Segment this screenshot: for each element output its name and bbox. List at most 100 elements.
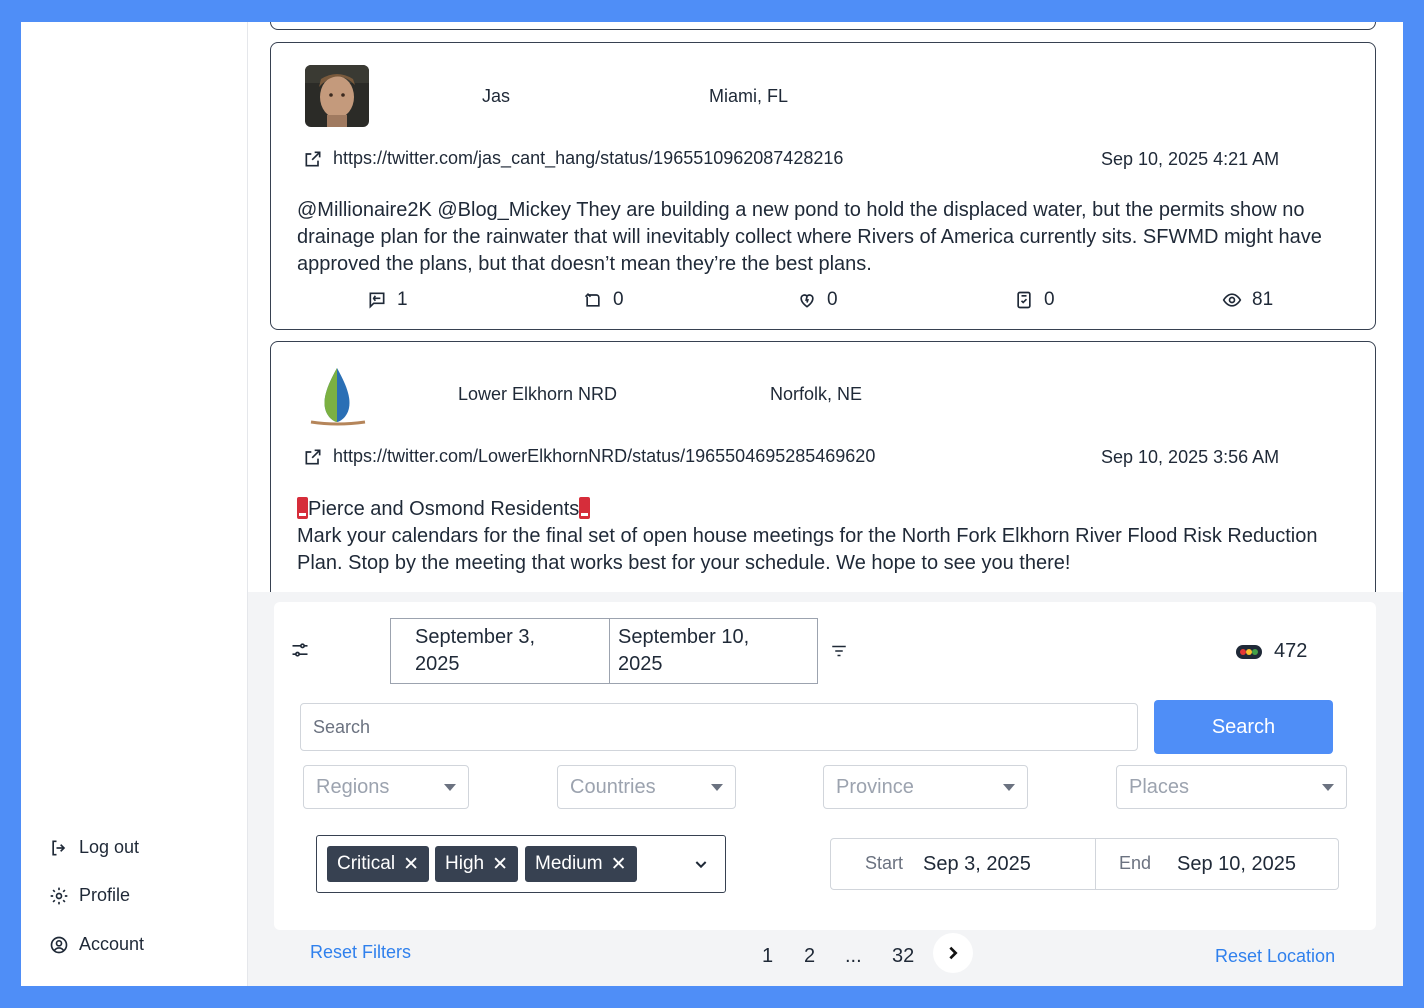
post-headline: Pierce and Osmond Residents (308, 498, 580, 520)
post-username: Lower Elkhorn NRD (458, 384, 618, 404)
places-select[interactable]: Places (1116, 765, 1347, 809)
chevron-down-icon (1322, 783, 1334, 791)
logout-icon (52, 840, 66, 855)
sidebar-item-account[interactable]: Account (49, 934, 144, 955)
post-card: Jas Miami, FL https://twitter.com/jas_ca… (270, 42, 1376, 330)
tag-high[interactable]: High ✕ (435, 846, 518, 882)
result-count-value: 472 (1274, 640, 1308, 662)
date-range-picker[interactable]: Start Sep 3, 2025 End Sep 10, 2025 (830, 838, 1339, 890)
reply-count[interactable]: 1 (367, 289, 408, 311)
double-exclamation-icon (297, 497, 308, 519)
bookmark-icon (1017, 291, 1031, 309)
chevron-down-icon (444, 783, 456, 791)
sidebar-item-logout[interactable]: Log out (49, 837, 139, 858)
traffic-light-icon (1236, 644, 1262, 659)
external-link-icon (305, 151, 321, 166)
province-placeholder: Province (836, 775, 914, 798)
post-link[interactable]: https://twitter.com/jas_cant_hang/status… (303, 148, 843, 169)
post-text: Mark your calendars for the final set of… (297, 525, 1318, 574)
reset-filters-link[interactable]: Reset Filters (310, 942, 411, 963)
end-value[interactable]: Sep 10, 2025 (1177, 853, 1296, 876)
bookmark-count-value: 0 (1044, 289, 1055, 310)
double-exclamation-icon (579, 497, 591, 519)
app-window: Log out Profile Account Jas Miami, FL ht… (21, 22, 1403, 986)
retweet-icon (584, 292, 600, 307)
external-link-icon (305, 449, 321, 464)
sidebar-item-label: Log out (79, 837, 140, 857)
tag-label: Medium (535, 853, 603, 874)
page-32[interactable]: 32 (892, 945, 914, 968)
close-icon[interactable]: ✕ (403, 853, 419, 876)
post-link[interactable]: https://twitter.com/LowerElkhornNRD/stat… (303, 446, 875, 467)
close-icon[interactable]: ✕ (611, 853, 627, 876)
post-timestamp: Sep 10, 2025 4:21 AM (1101, 149, 1280, 169)
post-text: @Millionaire2K @Blog_Mickey They are bui… (297, 199, 1322, 275)
retweet-count-value: 0 (613, 289, 624, 310)
date-from[interactable]: September 3, 2025 (390, 618, 610, 684)
places-placeholder: Places (1129, 775, 1190, 798)
view-count-value: 81 (1252, 289, 1274, 310)
severity-multiselect[interactable]: Critical ✕ High ✕ Medium ✕ (316, 835, 726, 893)
post-headline-row: Pierce and Osmond Residents (297, 496, 1357, 523)
post-url: https://twitter.com/LowerElkhornNRD/stat… (333, 446, 876, 466)
gear-icon (50, 887, 68, 904)
reply-count-value: 1 (397, 289, 408, 310)
chevron-right-icon (949, 946, 958, 960)
reset-location-link[interactable]: Reset Location (1215, 946, 1335, 967)
post-timestamp: Sep 10, 2025 3:56 AM (1101, 447, 1280, 467)
tag-label: High (445, 853, 485, 874)
post-card-previous (270, 22, 1376, 30)
bookmark-count[interactable]: 0 (1014, 289, 1055, 311)
chevron-down-icon[interactable] (693, 856, 709, 872)
page-2[interactable]: 2 (804, 945, 815, 968)
search-input[interactable] (300, 703, 1138, 751)
post-stats: 1 0 0 0 81 (271, 289, 1377, 315)
like-count[interactable]: 0 (797, 289, 838, 311)
post-body: Pierce and Osmond Residents Mark your ca… (297, 496, 1357, 577)
eye-icon (1222, 293, 1242, 307)
start-value[interactable]: Sep 3, 2025 (923, 853, 1031, 876)
post-url: https://twitter.com/jas_cant_hang/status… (333, 148, 844, 168)
avatar (305, 364, 369, 426)
avatar (305, 65, 369, 127)
heart-icon (800, 294, 814, 308)
view-count: 81 (1222, 289, 1273, 311)
search-button[interactable]: Search (1154, 700, 1333, 754)
post-location: Norfolk, NE (770, 384, 863, 404)
range-divider (1095, 839, 1096, 889)
result-count: 472 (1236, 640, 1307, 663)
start-label: Start (865, 853, 904, 873)
filter-panel: September 3, 2025 September 10, 2025 472… (274, 602, 1376, 930)
post-feed[interactable]: Jas Miami, FL https://twitter.com/jas_ca… (248, 22, 1403, 592)
chevron-down-icon (711, 783, 723, 791)
post-card: Lower Elkhorn NRD Norfolk, NE https://tw… (270, 341, 1376, 592)
user-circle-icon (50, 936, 68, 953)
sidebar-item-profile[interactable]: Profile (49, 885, 130, 906)
regions-select[interactable]: Regions (303, 765, 469, 809)
page-ellipsis: ... (845, 945, 862, 967)
filter-icon[interactable] (830, 642, 848, 660)
countries-placeholder: Countries (570, 775, 656, 798)
sidebar: Log out Profile Account (21, 22, 248, 986)
close-icon[interactable]: ✕ (492, 853, 508, 876)
countries-select[interactable]: Countries (557, 765, 736, 809)
province-select[interactable]: Province (823, 765, 1028, 809)
sliders-icon[interactable] (290, 640, 310, 660)
date-to[interactable]: September 10, 2025 (609, 618, 818, 684)
page-1[interactable]: 1 (762, 945, 773, 968)
regions-placeholder: Regions (316, 775, 390, 798)
tag-critical[interactable]: Critical ✕ (327, 846, 429, 882)
post-location: Miami, FL (709, 86, 789, 106)
post-username: Jas (482, 86, 511, 106)
like-count-value: 0 (827, 289, 838, 310)
tag-label: Critical (337, 853, 396, 874)
retweet-count[interactable]: 0 (583, 289, 624, 311)
reply-icon (369, 292, 385, 309)
next-page-button[interactable] (933, 933, 973, 973)
end-label: End (1119, 853, 1152, 873)
sidebar-item-label: Account (79, 934, 145, 954)
chevron-down-icon (1003, 783, 1015, 791)
main-content: Jas Miami, FL https://twitter.com/jas_ca… (248, 22, 1403, 986)
tag-medium[interactable]: Medium ✕ (525, 846, 637, 882)
sidebar-item-label: Profile (79, 885, 131, 905)
